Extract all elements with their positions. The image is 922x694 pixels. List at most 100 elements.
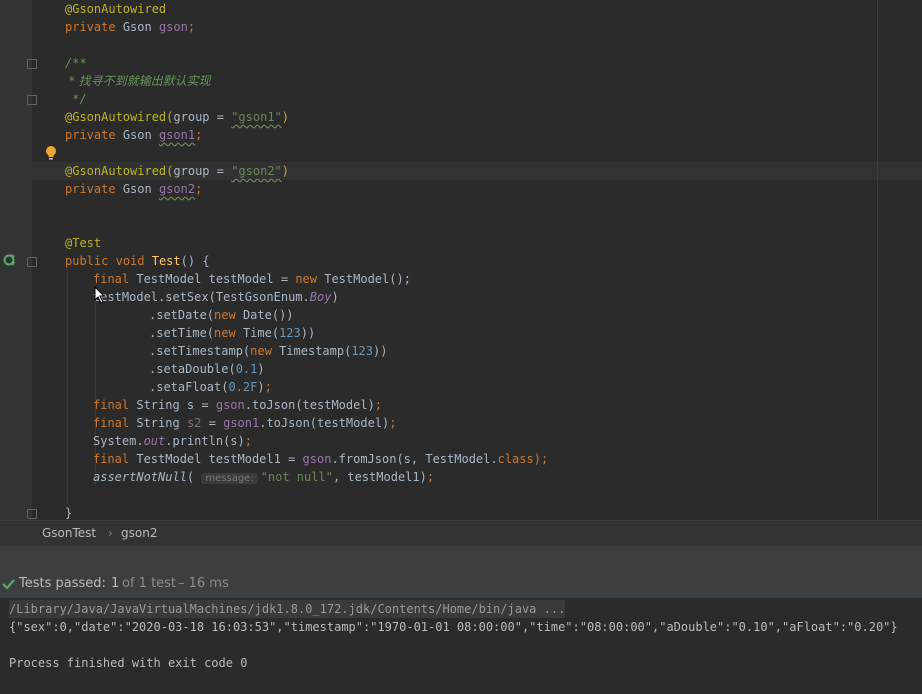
expression: testModel.setSex(TestGsonEnum.: [93, 290, 310, 304]
annotation: @GsonAutowired: [65, 110, 167, 124]
keyword: public: [65, 254, 109, 268]
annotation: @Test: [65, 236, 102, 250]
code-line: @Test: [65, 234, 101, 252]
console-command-line[interactable]: /Library/Java/JavaVirtualMachines/jdk1.8…: [9, 600, 566, 618]
method-name: Test: [151, 254, 181, 268]
code-line: final TestModel testModel1 = gson.fromJs…: [93, 450, 548, 468]
expression: Timestamp(: [279, 344, 352, 358]
number-literal: 123: [279, 326, 301, 340]
code-line: .setaFloat(0.2F);: [149, 380, 272, 394]
fold-marker-icon[interactable]: [27, 95, 37, 105]
expression: .println(s): [165, 434, 245, 448]
string-literal: "not null": [260, 470, 333, 484]
field-name: gson1: [158, 128, 196, 142]
console-json-output: {"sex":0,"date":"2020-03-18 16:03:53","t…: [9, 620, 898, 634]
console-output[interactable]: /Library/Java/JavaVirtualMachines/jdk1.8…: [0, 598, 922, 694]
field-name: gson: [215, 398, 245, 412]
keyword: final: [93, 272, 130, 286]
expression: Time(: [242, 326, 280, 340]
fold-marker-icon[interactable]: [27, 59, 37, 69]
expression: , testModel1): [332, 470, 427, 484]
fold-marker-icon[interactable]: [27, 257, 37, 267]
tests-total: of 1 test: [122, 576, 177, 591]
keyword: class: [497, 452, 534, 466]
declaration: TestModel testModel1 =: [136, 452, 303, 466]
code-line: .setTime(new Time(123)): [149, 326, 316, 340]
right-margin-guide: [877, 0, 878, 520]
breadcrumb-item[interactable]: GsonTest: [42, 526, 96, 540]
expression: .setTimestamp(: [149, 344, 251, 358]
code-comment: */: [65, 92, 87, 106]
type-name: String: [136, 416, 180, 430]
test-duration: – 16 ms: [178, 576, 229, 591]
code-line: private Gson gson1;: [65, 128, 203, 142]
tests-passed-count: 1: [111, 576, 120, 591]
breadcrumb: GsonTest › gson2: [0, 520, 922, 546]
expression: System.: [93, 434, 144, 448]
type-name: Gson: [122, 128, 152, 142]
breadcrumb-item[interactable]: gson2: [121, 526, 157, 540]
declaration: String s =: [136, 398, 216, 412]
console-exit-message: Process finished with exit code 0: [9, 656, 248, 670]
mouse-cursor-icon: [94, 286, 106, 304]
panel-divider: [0, 546, 922, 571]
parameter-hint: message:: [201, 473, 258, 484]
code-comment: * 找寻不到就输出默认实现: [65, 74, 211, 88]
breadcrumb-separator: ›: [108, 526, 113, 540]
code-line: public void Test() {: [65, 254, 210, 268]
method-call: assertNotNull: [93, 470, 187, 484]
type-name: Gson: [122, 20, 152, 34]
expression: .toJson(testModel): [244, 398, 375, 412]
static-field: out: [143, 434, 166, 448]
code-line: .setTimestamp(new Timestamp(123)): [149, 344, 388, 358]
type-name: Gson: [122, 182, 152, 196]
declaration: TestModel testModel =: [136, 272, 296, 286]
keyword: final: [93, 416, 130, 430]
code-line: private Gson gson;: [65, 20, 196, 34]
expression: .setTime(: [149, 326, 215, 340]
code-line: final String s2 = gson1.toJson(testModel…: [93, 416, 397, 430]
number-literal: 123: [351, 344, 374, 358]
keyword: private: [65, 20, 116, 34]
closing-brace: }: [65, 506, 73, 520]
code-line: @GsonAutowired: [65, 0, 166, 18]
code-line: @GsonAutowired(group = "gson2"): [65, 164, 290, 178]
code-line: .setDate(new Date()): [149, 306, 294, 324]
keyword: private: [65, 128, 116, 142]
check-icon: [2, 579, 15, 590]
annotation: @GsonAutowired: [65, 164, 167, 178]
expression: .fromJson(s, TestModel.: [331, 452, 498, 466]
keyword: private: [65, 182, 116, 196]
keyword: final: [93, 398, 130, 412]
keyword: new: [250, 344, 272, 358]
fold-marker-icon[interactable]: [27, 509, 37, 519]
annotation: @GsonAutowired: [65, 2, 167, 16]
run-test-icon[interactable]: [3, 253, 17, 267]
test-status-bar: Tests passed: 1 of 1 test – 16 ms: [0, 571, 922, 598]
field-name: gson: [158, 20, 188, 34]
expression: .setDate(: [149, 308, 215, 322]
code-line: private Gson gson2;: [65, 182, 203, 196]
expression: Date()): [242, 308, 294, 322]
keyword: final: [93, 452, 130, 466]
annotation-param: group: [173, 110, 210, 124]
keyword: new: [214, 326, 236, 340]
code-line: final TestModel testModel = new TestMode…: [93, 270, 411, 288]
string-literal: "gson2": [231, 164, 282, 178]
keyword: void: [115, 254, 145, 268]
number-literal: 0.1: [235, 362, 258, 376]
tests-passed-label: Tests passed:: [19, 576, 106, 591]
code-line: final String s = gson.toJson(testModel);: [93, 398, 383, 412]
code-line: @GsonAutowired(group = "gson1"): [65, 110, 290, 124]
expression: .setaFloat(: [149, 380, 229, 394]
string-literal: "gson1": [231, 110, 282, 124]
field-name: gson: [302, 452, 332, 466]
bulb-icon[interactable]: [44, 145, 58, 161]
enum-constant: Boy: [309, 290, 332, 304]
number-literal: 0.2F: [228, 380, 258, 394]
expression: .toJson(testModel): [259, 416, 390, 430]
field-name: gson2: [158, 182, 196, 196]
punctuation: );: [533, 452, 549, 466]
code-editor[interactable]: @GsonAutowired private Gson gson; /** * …: [0, 0, 922, 520]
unused-variable: s2: [186, 416, 202, 430]
